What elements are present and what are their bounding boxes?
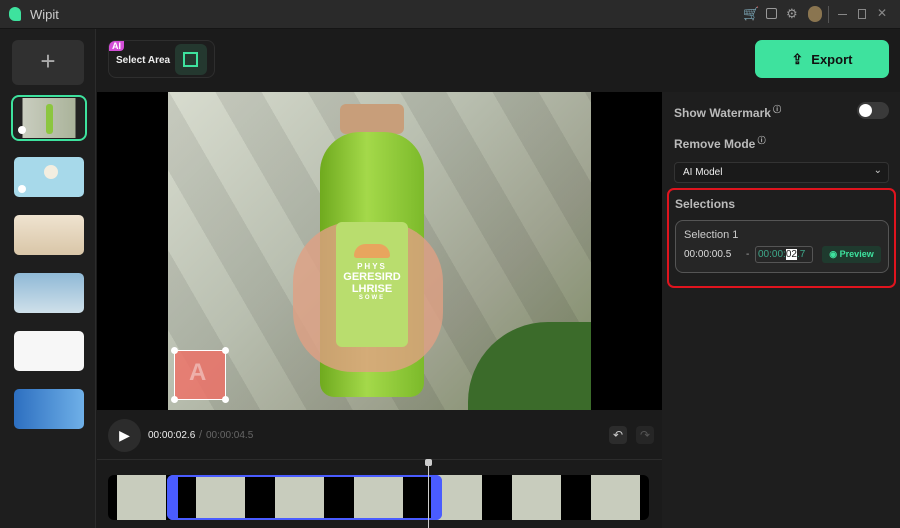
resize-handle[interactable] <box>171 347 178 354</box>
eye-icon: ◉ <box>829 249 838 259</box>
preview-label: Preview <box>839 249 874 259</box>
resize-handle[interactable] <box>222 396 229 403</box>
undo-button[interactable]: ↶ <box>609 426 627 444</box>
play-button[interactable]: ▶ <box>108 419 141 452</box>
settings-icon[interactable]: ⚙ <box>786 6 798 22</box>
end-time-prefix: 00:00: <box>758 249 786 260</box>
timeline-selection-range[interactable] <box>167 475 442 520</box>
time-range-dash: - <box>746 249 750 260</box>
preview-button[interactable]: ◉ Preview <box>822 246 881 263</box>
settings-panel: Show Watermark ⓘ Remove Mode ⓘ AI Model … <box>662 92 900 528</box>
video-play-icon <box>18 126 26 134</box>
minimize-icon[interactable] <box>838 14 847 15</box>
current-time: 00:00:02.6 <box>148 430 196 441</box>
thumbnail-wipit-banner[interactable] <box>14 389 84 429</box>
cart-icon[interactable]: 🛒 <box>743 6 759 22</box>
remove-mode-value: AI Model <box>683 167 723 178</box>
selection-end-time-input[interactable]: 00:00:02.7 <box>755 246 813 263</box>
add-media-button[interactable]: + <box>12 40 84 85</box>
label-line: LHRISE <box>351 283 393 295</box>
thumbnail-cake-image[interactable] <box>14 215 84 255</box>
ai-badge: AI <box>109 41 124 51</box>
label-line: GERESIRD <box>343 271 401 283</box>
range-end-handle[interactable] <box>431 475 442 520</box>
divider <box>97 459 662 460</box>
time-separator: / <box>199 429 203 441</box>
bottle-icon <box>46 104 53 134</box>
remove-mode-label: Remove Mode ⓘ <box>674 136 766 151</box>
app-logo-icon <box>9 7 21 21</box>
end-time-selected-segment: 02 <box>785 249 797 260</box>
video-frame: PHYS GERESIRD LHRISE SOWE <box>168 92 591 410</box>
feedback-icon[interactable] <box>766 8 777 19</box>
remove-mode-select[interactable]: AI Model ⌄ <box>674 162 889 183</box>
info-icon[interactable]: ⓘ <box>771 105 781 114</box>
selections-panel: Selections Selection 1 00:00:00.5 - 00:0… <box>667 188 896 288</box>
total-time: 00:00:04.5 <box>206 430 254 441</box>
selection-start-time[interactable]: 00:00:00.5 <box>684 249 731 260</box>
select-area-icon <box>175 44 207 75</box>
bottle-label: PHYS GERESIRD LHRISE SOWE <box>336 222 408 347</box>
title-bar: Wipit 🛒 ⚙ ✕ <box>0 0 900 29</box>
select-area-button[interactable]: AI Select Area <box>108 40 215 78</box>
video-play-icon <box>18 185 26 193</box>
chevron-down-icon: ⌄ <box>873 165 882 176</box>
thumbnail-text-image[interactable] <box>14 273 84 313</box>
bottle-cap <box>340 104 404 134</box>
thumbnail-document-image[interactable] <box>14 331 84 371</box>
range-start-handle[interactable] <box>167 475 178 520</box>
selections-title: Selections <box>675 197 736 211</box>
avatar-icon[interactable] <box>808 6 822 22</box>
show-watermark-label: Show Watermark ⓘ <box>674 105 782 120</box>
export-button[interactable]: ⇪ Export <box>755 40 889 78</box>
close-icon[interactable]: ✕ <box>877 6 887 20</box>
label-line: SOWE <box>358 295 386 301</box>
thumbnail-juice-video[interactable] <box>11 95 87 141</box>
redo-button[interactable]: ↷ <box>636 426 654 444</box>
label-line: PHYS <box>357 262 387 271</box>
export-icon: ⇪ <box>791 50 804 67</box>
selection-name: Selection 1 <box>684 229 739 241</box>
watermark-logo-icon: A <box>189 359 207 386</box>
watermark-selection-box[interactable]: A <box>171 347 229 403</box>
app-title: Wipit <box>30 7 59 22</box>
export-label: Export <box>811 51 853 67</box>
thumbnail-ice-cream-video[interactable] <box>14 157 84 197</box>
select-area-label: Select Area <box>116 55 171 66</box>
end-time-suffix: .7 <box>796 249 806 260</box>
info-icon[interactable]: ⓘ <box>755 136 766 145</box>
maximize-icon[interactable] <box>858 9 866 19</box>
ice-cream-icon <box>44 165 58 179</box>
resize-handle[interactable] <box>171 396 178 403</box>
playhead[interactable] <box>425 459 432 528</box>
selection-card[interactable]: Selection 1 00:00:00.5 - 00:00:02.7 ◉ Pr… <box>675 220 889 273</box>
divider <box>828 6 829 23</box>
show-watermark-toggle[interactable] <box>857 102 889 119</box>
resize-handle[interactable] <box>222 347 229 354</box>
